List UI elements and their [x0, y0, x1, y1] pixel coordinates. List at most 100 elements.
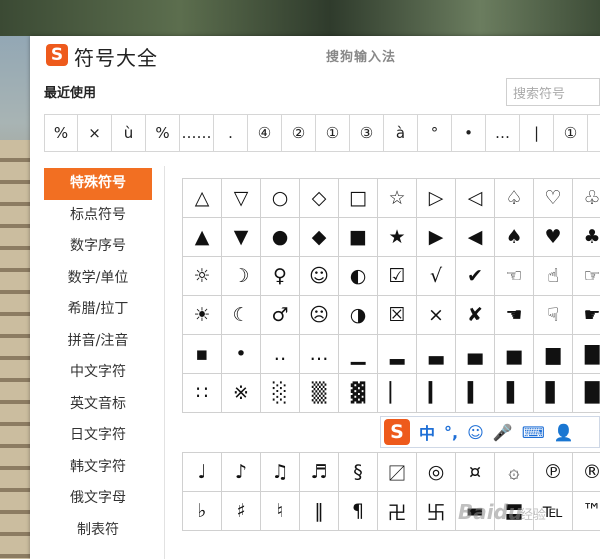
symbol-cell[interactable]: ◁ [456, 179, 495, 218]
symbol-cell[interactable]: ♥ [534, 218, 573, 257]
recent-symbol-cell[interactable]: ù [112, 115, 146, 151]
symbol-cell[interactable]: ★ [378, 218, 417, 257]
symbol-cell[interactable]: ☝ [534, 257, 573, 296]
sidebar-item[interactable]: 数字序号 [44, 231, 152, 263]
symbol-cell[interactable]: ☛ [573, 296, 600, 335]
symbol-cell[interactable]: ♤ [495, 179, 534, 218]
symbol-cell[interactable]: ♠ [495, 218, 534, 257]
sidebar-item[interactable]: 英文音标 [44, 389, 152, 421]
symbol-cell[interactable]: ☹ [300, 296, 339, 335]
ime-emoji-icon[interactable]: ☺ [467, 423, 484, 442]
symbol-cell[interactable]: ∷ [183, 374, 222, 413]
symbol-cell[interactable]: ▄ [456, 335, 495, 374]
title-bar[interactable]: S 符号大全 搜狗输入法 [30, 36, 600, 76]
recent-symbol-cell[interactable]: ① [316, 115, 350, 151]
ime-user-icon[interactable]: 👤 [554, 423, 574, 442]
symbol-cell[interactable]: ♯ [222, 492, 261, 531]
symbol-cell[interactable]: ▏ [378, 374, 417, 413]
ime-keyboard-icon[interactable]: ⌨ [522, 423, 545, 442]
symbol-cell[interactable]: ♪ [222, 453, 261, 492]
symbol-cell[interactable]: ◐ [339, 257, 378, 296]
symbol-cell[interactable]: ■ [339, 218, 378, 257]
sidebar-item[interactable]: 标点符号 [44, 200, 152, 232]
ime-chinese-mode[interactable]: 中 [419, 420, 435, 444]
symbol-cell[interactable]: ☞ [573, 257, 600, 296]
symbol-cell[interactable]: ♫ [261, 453, 300, 492]
symbol-cell[interactable]: ® [573, 453, 600, 492]
recent-symbol-cell[interactable]: ② [282, 115, 316, 151]
symbol-cell[interactable]: ♧ [573, 179, 600, 218]
recent-symbol-cell[interactable]: % [44, 115, 78, 151]
sidebar-item[interactable]: 特殊符号 [44, 168, 152, 200]
symbol-cell[interactable]: ☾ [222, 296, 261, 335]
recent-symbol-cell[interactable]: ° [418, 115, 452, 151]
symbol-cell[interactable]: █ [573, 374, 600, 413]
symbol-cell[interactable]: ¤ [456, 453, 495, 492]
symbol-cell[interactable]: ▋ [534, 374, 573, 413]
symbol-cell[interactable]: ▁ [339, 335, 378, 374]
symbol-cell[interactable]: ▎ [417, 374, 456, 413]
symbol-cell[interactable]: ♭ [183, 492, 222, 531]
recent-symbol-cell[interactable]: % [146, 115, 180, 151]
symbol-cell[interactable]: ☚ [495, 296, 534, 335]
symbol-cell[interactable]: ۞ [495, 453, 534, 492]
symbol-cell[interactable]: ▃ [417, 335, 456, 374]
symbol-cell[interactable]: ▷ [417, 179, 456, 218]
symbol-cell[interactable]: ▪ [183, 335, 222, 374]
symbol-cell[interactable]: ◀ [456, 218, 495, 257]
symbol-cell[interactable]: □ [339, 179, 378, 218]
symbol-cell[interactable]: ▽ [222, 179, 261, 218]
symbol-cell[interactable]: ◆ [300, 218, 339, 257]
symbol-cell[interactable]: ☜ [495, 257, 534, 296]
recent-symbol-cell[interactable]: • [452, 115, 486, 151]
sidebar-item[interactable]: 日文字符 [44, 420, 152, 452]
ime-logo-icon[interactable]: S [384, 419, 410, 445]
symbol-cell[interactable]: ‥ [261, 335, 300, 374]
symbol-cell[interactable]: ♂ [261, 296, 300, 335]
symbol-cell[interactable]: ▌ [495, 374, 534, 413]
sidebar-item[interactable]: 拼音/注音 [44, 326, 152, 358]
symbol-cell[interactable]: ▆ [534, 335, 573, 374]
symbol-cell[interactable]: ○ [261, 179, 300, 218]
symbol-cell[interactable]: ♣ [573, 218, 600, 257]
recent-symbol-cell[interactable]: × [78, 115, 112, 151]
symbol-cell[interactable]: ▂ [378, 335, 417, 374]
symbol-cell[interactable]: ✔ [456, 257, 495, 296]
ime-voice-icon[interactable]: 🎤 [493, 423, 513, 442]
symbol-cell[interactable]: ✘ [456, 296, 495, 335]
recent-symbol-cell[interactable]: ③ [350, 115, 384, 151]
recent-symbol-cell[interactable]: ① [554, 115, 588, 151]
recent-symbol-cell[interactable]: ④ [248, 115, 282, 151]
symbol-cell[interactable]: ※ [222, 374, 261, 413]
symbol-cell[interactable]: ♀ [261, 257, 300, 296]
symbol-cell[interactable]: ☽ [222, 257, 261, 296]
symbol-cell[interactable]: ▒ [300, 374, 339, 413]
symbol-cell[interactable]: ¶ [339, 492, 378, 531]
symbol-cell[interactable]: 卐 [417, 492, 456, 531]
symbol-cell[interactable]: ▇ [573, 335, 600, 374]
symbol-cell[interactable]: ‖ [300, 492, 339, 531]
symbol-cell[interactable]: … [300, 335, 339, 374]
symbol-cell[interactable]: √ [417, 257, 456, 296]
symbol-cell[interactable]: ☟ [534, 296, 573, 335]
symbol-cell[interactable]: ☺ [300, 257, 339, 296]
symbol-cell[interactable]: ▲ [183, 218, 222, 257]
symbol-cell[interactable]: ▶ [417, 218, 456, 257]
symbol-cell[interactable]: ☼ [183, 257, 222, 296]
symbol-cell[interactable]: △ [183, 179, 222, 218]
symbol-cell[interactable]: ◑ [339, 296, 378, 335]
recent-symbol-cell[interactable]: … [486, 115, 520, 151]
symbol-cell[interactable]: ▍ [456, 374, 495, 413]
recent-symbol-cell[interactable]: …… [180, 115, 214, 151]
sidebar-item[interactable]: 数学/单位 [44, 263, 152, 295]
symbol-cell[interactable]: ☆ [378, 179, 417, 218]
symbol-cell[interactable]: • [222, 335, 261, 374]
symbol-cell[interactable]: 卍 [378, 492, 417, 531]
symbol-cell[interactable]: ▼ [222, 218, 261, 257]
symbol-cell[interactable]: ☑ [378, 257, 417, 296]
symbol-cell[interactable]: × [417, 296, 456, 335]
ime-punctuation-mode[interactable]: °, [444, 423, 458, 442]
symbol-cell[interactable]: ♩ [183, 453, 222, 492]
symbol-cell[interactable]: ◎ [417, 453, 456, 492]
symbol-cell[interactable]: ● [261, 218, 300, 257]
